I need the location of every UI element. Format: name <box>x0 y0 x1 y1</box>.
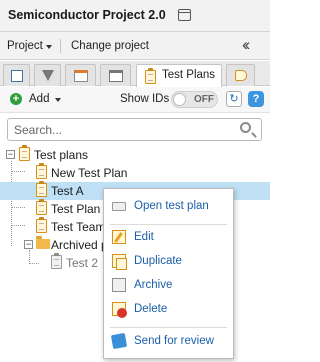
tree-item[interactable]: New Test Plan <box>0 163 270 182</box>
menu-item-delete[interactable]: Delete <box>104 299 233 321</box>
menu-item-duplicate[interactable]: Duplicate <box>104 251 233 273</box>
search-box <box>7 118 262 141</box>
menu-item-label: Archive <box>134 279 173 291</box>
clipboard-icon <box>51 253 62 269</box>
delete-icon <box>112 302 127 318</box>
clipboard-icon <box>36 181 47 197</box>
clipboard-icon <box>19 145 30 161</box>
open-icon <box>112 202 126 211</box>
title-bar: Semiconductor Project 2.0 <box>0 0 270 32</box>
duplicate-icon <box>112 254 127 270</box>
tab-label: Test Plans <box>162 69 216 81</box>
help-icon[interactable]: ? <box>248 91 264 107</box>
show-ids-label: Show IDs <box>120 93 170 105</box>
collapse-icon[interactable]: − <box>6 150 15 159</box>
panel-icon <box>109 70 123 82</box>
tree-root-row[interactable]: − Test plans <box>0 145 270 164</box>
refresh-icon[interactable]: ↻ <box>226 91 242 107</box>
tree-item-label: Test Plan n <box>51 202 111 216</box>
tree-item-label: Archived pl <box>51 238 111 252</box>
menu-item-label: Duplicate <box>134 255 182 267</box>
tree-item-label: Test Team <box>51 220 106 234</box>
tab-test-plans[interactable]: Test Plans <box>136 64 222 87</box>
add-icon[interactable]: + <box>10 93 22 105</box>
send-icon <box>110 332 128 350</box>
chevron-down-icon[interactable] <box>55 98 61 102</box>
list-icon <box>11 70 23 82</box>
clipboard-icon <box>36 217 47 233</box>
add-button[interactable]: Add <box>29 93 49 105</box>
archive-icon <box>112 278 126 292</box>
tab-tags[interactable] <box>226 64 255 86</box>
project-menu-button[interactable]: Project <box>7 40 43 52</box>
tab-calendar[interactable] <box>65 64 96 86</box>
show-ids-toggle[interactable]: OFF <box>171 91 218 108</box>
menu-item-archive[interactable]: Archive <box>104 275 233 297</box>
tree-item-label: New Test Plan <box>51 166 128 180</box>
menu-item-label: Delete <box>134 303 168 315</box>
tree-item-label: Test plans <box>34 148 89 162</box>
filter-icon <box>42 70 54 81</box>
toggle-state: OFF <box>194 94 214 105</box>
tab-panel[interactable] <box>100 64 131 86</box>
menu-item-label: Open test plan <box>134 200 209 212</box>
window-title: Semiconductor Project 2.0 <box>8 8 166 22</box>
search-icon[interactable] <box>240 122 251 133</box>
menu-item-label: Edit <box>134 231 154 243</box>
menu-divider <box>110 224 227 225</box>
project-bar: Project Change project ‹‹ <box>0 32 270 60</box>
tab-list[interactable] <box>3 64 30 86</box>
folder-open-icon <box>36 236 50 249</box>
menu-item-edit[interactable]: Edit <box>104 227 233 249</box>
window-icon[interactable] <box>178 9 191 21</box>
calendar-icon <box>74 70 88 82</box>
menu-divider <box>110 327 227 328</box>
search-input[interactable] <box>14 122 234 137</box>
clipboard-icon <box>145 68 156 84</box>
toggle-knob <box>173 93 186 106</box>
tab-bar: Test Plans <box>0 61 270 87</box>
clipboard-icon <box>36 199 47 215</box>
tag-icon <box>235 70 247 81</box>
divider <box>60 39 61 53</box>
edit-icon <box>112 230 126 244</box>
change-project-button[interactable]: Change project <box>71 40 149 52</box>
context-menu: Open test plan Edit Duplicate Archive De… <box>103 188 234 359</box>
collapse-icon[interactable]: − <box>24 240 33 249</box>
clipboard-icon <box>36 163 47 179</box>
menu-item-open-test-plan[interactable]: Open test plan <box>104 196 233 218</box>
double-chevron-left-icon[interactable]: ‹‹ <box>242 35 251 55</box>
menu-item-send-for-review[interactable]: Send for review <box>104 331 233 353</box>
chevron-down-icon[interactable] <box>46 45 52 49</box>
menu-item-label: Send for review <box>134 335 214 347</box>
tree-item-label: Test 2 <box>66 256 99 270</box>
toolbar: + Add Show IDs OFF ↻ ? <box>0 87 270 113</box>
tree-item-label: Test A <box>51 184 84 198</box>
tab-filter[interactable] <box>34 64 61 86</box>
